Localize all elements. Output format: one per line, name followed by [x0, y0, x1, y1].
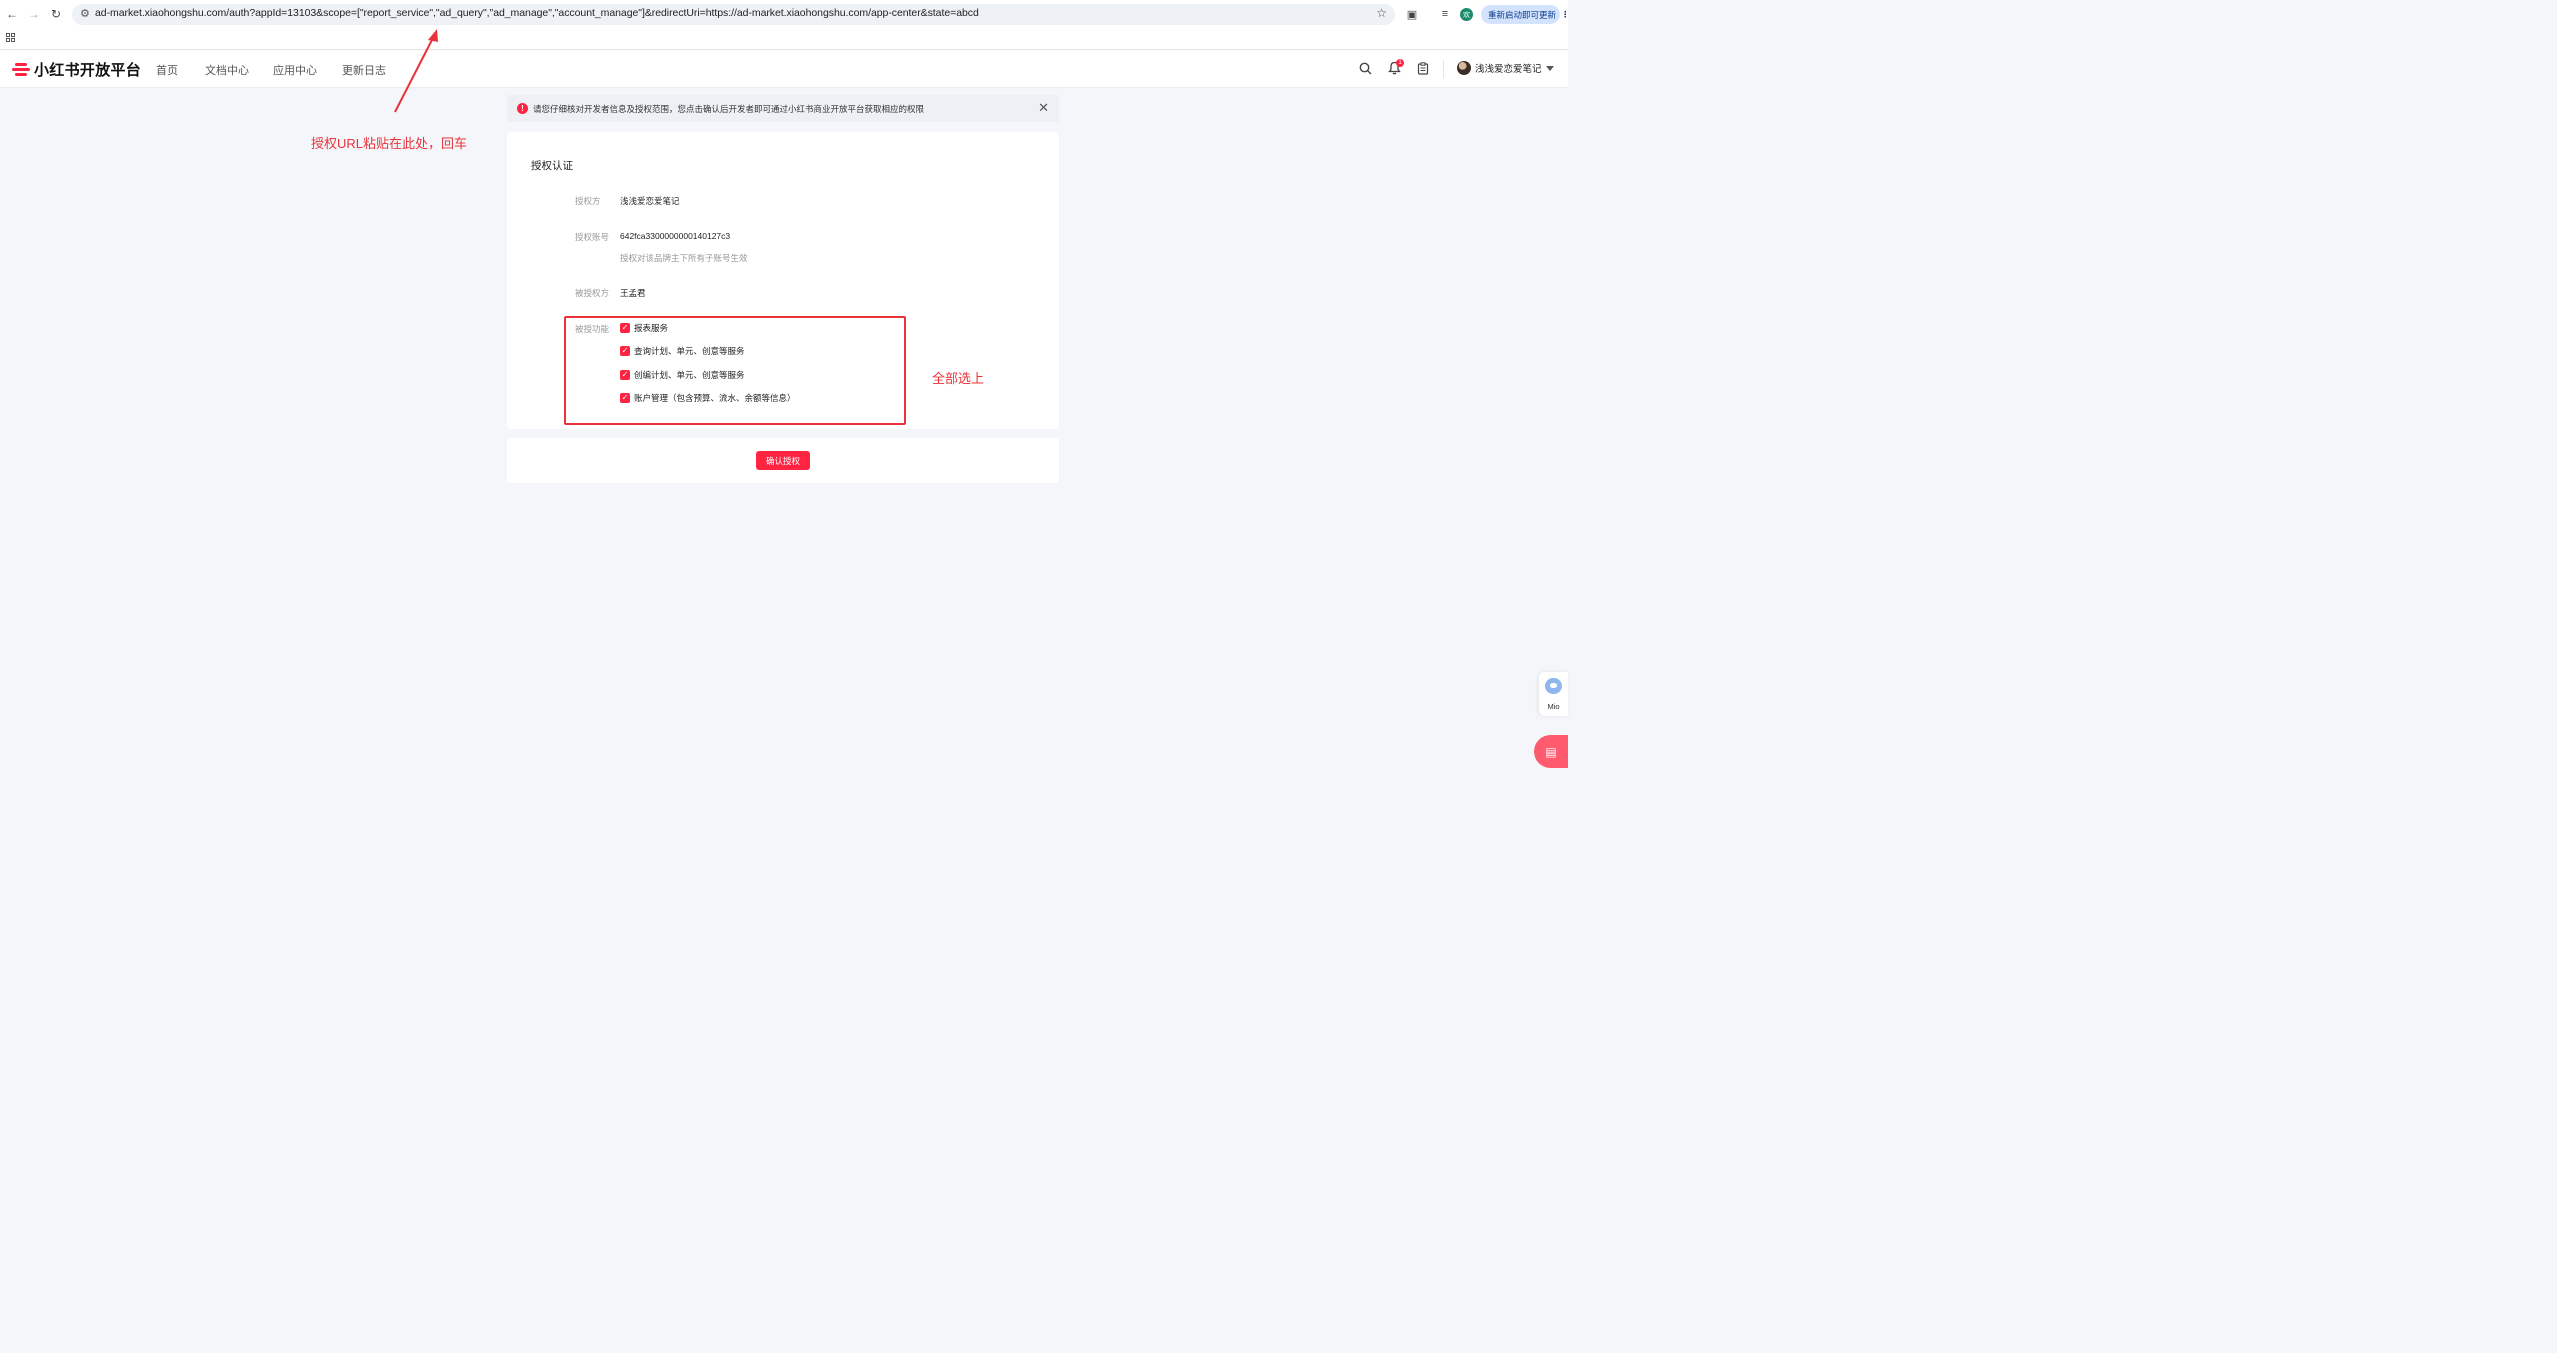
annotation-url-hint: 授权URL粘贴在此处，回车	[311, 136, 468, 151]
app-header: 小红书开放平台 首页 文档中心 应用中心 更新日志	[0, 50, 1568, 88]
update-button[interactable]: 重新启动即可更新 ⋮	[1481, 5, 1570, 24]
user-menu[interactable]: 浅浅爱恋爱笔记	[1457, 61, 1554, 75]
notice-banner: ! 请您仔细核对开发者信息及授权范围，您点击确认后开发者即可通过小红书商业开放平…	[507, 95, 1059, 122]
search-icon[interactable]	[1357, 60, 1373, 76]
account-hint: 授权对该品牌主下所有子账号生效	[620, 253, 748, 263]
nav-changelog[interactable]: 更新日志	[342, 62, 386, 78]
bookmark-star-icon[interactable]: ☆	[1376, 6, 1387, 20]
mio-ghost-icon	[1545, 678, 1562, 694]
nav-docs[interactable]: 文档中心	[205, 62, 249, 78]
annotation-select-all: 全部选上	[932, 371, 985, 386]
address-url[interactable]: ad-market.xiaohongshu.com/auth?appId=131…	[95, 7, 979, 19]
site-settings-icon[interactable]: ⚙	[80, 7, 92, 21]
logo-mark-icon	[12, 62, 30, 78]
extensions-icon[interactable]: ▣	[1405, 7, 1419, 21]
browser-toolbar: ← → ↻ ⚙ ad-market.xiaohongshu.com/auth?a…	[0, 0, 1570, 50]
confirm-auth-button[interactable]: 确认授权	[756, 451, 810, 470]
notification-badge: 1	[1396, 59, 1404, 67]
header-divider	[1443, 60, 1444, 78]
forward-arrow-icon[interactable]: →	[26, 6, 42, 22]
clipboard-icon[interactable]	[1415, 60, 1431, 76]
nav-app-center[interactable]: 应用中心	[273, 62, 317, 78]
grantee-value: 王孟君	[620, 288, 646, 298]
back-arrow-icon[interactable]: ←	[4, 6, 20, 22]
annotation-highlight-box	[564, 316, 906, 425]
update-label: 重新启动即可更新	[1488, 9, 1557, 20]
banner-message: 请您仔细核对开发者信息及授权范围，您点击确认后开发者即可通过小红书商业开放平台获…	[533, 104, 925, 114]
account-label: 授权账号	[575, 232, 610, 242]
grantor-value: 浅浅爱恋爱笔记	[620, 196, 680, 206]
feedback-float-button[interactable]: ▤	[1534, 735, 1568, 768]
confirm-card: 确认授权	[507, 438, 1059, 483]
grantee-label: 被授权方	[575, 288, 610, 298]
mio-assistant[interactable]: Mio	[1539, 672, 1568, 716]
logo-text: 小红书开放平台	[34, 62, 142, 79]
nav-home[interactable]: 首页	[156, 62, 178, 78]
profile-avatar[interactable]: 欢	[1460, 8, 1473, 21]
document-icon: ▤	[1545, 744, 1557, 759]
media-queue-icon[interactable]: ≡	[1438, 7, 1452, 21]
card-title: 授权认证	[531, 160, 573, 172]
more-menu-icon[interactable]: ⋮	[1561, 9, 1570, 20]
user-name: 浅浅爱恋爱笔记	[1475, 64, 1542, 75]
close-icon[interactable]: ✕	[1038, 100, 1049, 116]
avatar	[1457, 61, 1471, 75]
logo[interactable]: 小红书开放平台	[12, 59, 141, 80]
address-bar[interactable]: ⚙ ad-market.xiaohongshu.com/auth?appId=1…	[72, 4, 1395, 25]
reload-icon[interactable]: ↻	[48, 6, 64, 22]
caret-down-icon	[1545, 65, 1554, 71]
warning-icon: !	[517, 103, 528, 114]
grantor-label: 授权方	[575, 196, 601, 206]
apps-grid-icon[interactable]	[6, 33, 15, 42]
mio-label: Mio	[1547, 702, 1560, 711]
account-value: 642fca3300000000140127c3	[620, 231, 731, 241]
